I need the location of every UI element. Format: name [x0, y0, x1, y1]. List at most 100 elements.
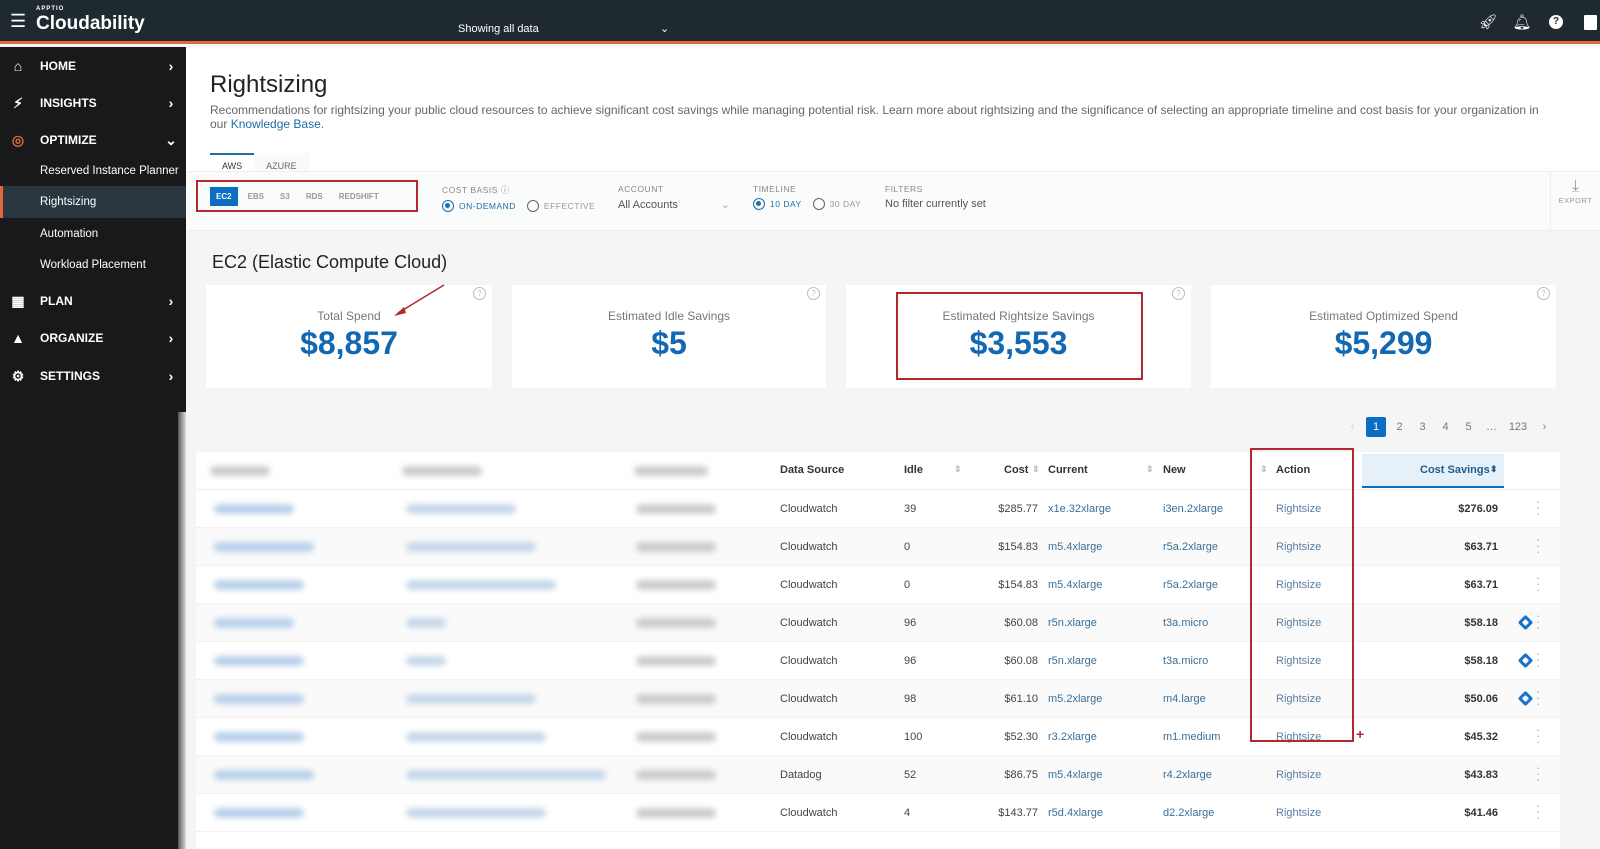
- help-icon[interactable]: ?: [473, 287, 486, 300]
- sidebar-item-settings[interactable]: ⚙︎ SETTINGS ›: [0, 357, 186, 395]
- account-select[interactable]: All Accounts ⌄: [618, 198, 730, 212]
- help-icon[interactable]: ?: [807, 287, 820, 300]
- cell-current-type[interactable]: r5n.xlarge: [1048, 617, 1097, 629]
- col-cost[interactable]: Cost: [1004, 464, 1028, 476]
- user-icon[interactable]: [1580, 12, 1600, 32]
- radio-30-day[interactable]: [812, 198, 825, 210]
- table-row[interactable]: Cloudwatch 0 $154.83 m5.4xlarge r5a.2xlarge R…: [196, 528, 1560, 566]
- cell-new-type[interactable]: r5a.2xlarge: [1163, 541, 1218, 553]
- radio-on-demand[interactable]: [442, 200, 454, 212]
- sidebar-subitem-reserved-instance-planner[interactable]: Reserved Instance Planner: [0, 155, 186, 187]
- cell-data-source: Cloudwatch: [780, 541, 838, 553]
- sort-icon[interactable]: ⇕: [1032, 464, 1040, 475]
- cell-new-type[interactable]: d2.2xlarge: [1163, 807, 1214, 819]
- radio-10-day[interactable]: [753, 198, 765, 210]
- cell-current-type[interactable]: x1e.32xlarge: [1048, 503, 1111, 515]
- help-icon[interactable]: ⓘ: [501, 185, 510, 195]
- more-options-icon[interactable]: · · ·: [1536, 647, 1540, 672]
- cell-current-type[interactable]: r5d.4xlarge: [1048, 807, 1103, 819]
- table-row[interactable]: Cloudwatch 39 $285.77 x1e.32xlarge i3en.2xla…: [196, 490, 1560, 528]
- more-options-icon[interactable]: · · ·: [1536, 685, 1540, 710]
- sidebar-subitem-workload-placement[interactable]: Workload Placement: [0, 249, 186, 281]
- radio-effective[interactable]: [526, 200, 539, 212]
- col-cost-savings[interactable]: Cost Savings ⬍: [1362, 454, 1504, 488]
- more-options-icon[interactable]: · · ·: [1536, 495, 1540, 520]
- pager-prev[interactable]: ‹: [1341, 421, 1364, 433]
- help-icon[interactable]: ?: [1172, 287, 1185, 300]
- cell-new-type[interactable]: m4.large: [1163, 693, 1206, 705]
- jira-diamond-icon[interactable]: [1517, 690, 1534, 707]
- more-options-icon[interactable]: · · ·: [1536, 571, 1540, 596]
- cell-current-type[interactable]: m5.4xlarge: [1048, 769, 1102, 781]
- cell-current-type[interactable]: r3.2xlarge: [1048, 731, 1097, 743]
- cell-current-type[interactable]: m5.4xlarge: [1048, 579, 1102, 591]
- help-icon[interactable]: ?: [1546, 12, 1566, 32]
- table-row[interactable]: Datadog 52 $86.75 m5.4xlarge r4.2xlarge Right…: [196, 756, 1560, 794]
- col-new[interactable]: New: [1163, 464, 1186, 476]
- service-tab-s3[interactable]: S3: [274, 187, 296, 206]
- cell-new-type[interactable]: r4.2xlarge: [1163, 769, 1212, 781]
- pager-page[interactable]: 5: [1457, 421, 1480, 433]
- logo[interactable]: APPTIO Cloudability: [36, 6, 145, 35]
- help-icon[interactable]: ?: [1537, 287, 1550, 300]
- chevron-down-icon[interactable]: ⌄: [660, 22, 669, 35]
- sort-icon[interactable]: ⇕: [954, 464, 962, 475]
- cell-new-type[interactable]: i3en.2xlarge: [1163, 503, 1223, 515]
- bolt-icon: ⚡︎: [13, 94, 23, 111]
- filters-value[interactable]: No filter currently set: [885, 198, 986, 210]
- hamburger-menu-icon[interactable]: ☰: [10, 12, 26, 30]
- cell-cost: $154.83: [998, 579, 1038, 591]
- service-tab-rds[interactable]: RDS: [300, 187, 329, 206]
- logo-brand: Cloudability: [36, 13, 145, 34]
- jira-diamond-icon[interactable]: [1517, 614, 1534, 631]
- table-row[interactable]: Cloudwatch 96 $60.08 r5n.xlarge t3a.micro Rig…: [196, 642, 1560, 680]
- blurred-header: [402, 466, 482, 476]
- service-tab-ec2[interactable]: EC2: [210, 186, 238, 206]
- cell-current-type[interactable]: m5.2xlarge: [1048, 693, 1102, 705]
- export-button[interactable]: ⤓ EXPORT: [1550, 172, 1600, 230]
- cell-new-type[interactable]: t3a.micro: [1163, 617, 1208, 629]
- sidebar-subitem-automation[interactable]: Automation: [0, 218, 186, 250]
- sidebar-subitem-rightsizing[interactable]: Rightsizing: [0, 186, 186, 218]
- cell-new-type[interactable]: r5a.2xlarge: [1163, 579, 1218, 591]
- data-scope-selector[interactable]: Showing all data: [458, 23, 539, 35]
- more-options-icon[interactable]: · · ·: [1536, 609, 1540, 634]
- sidebar-item-plan[interactable]: ▦ PLAN ›: [0, 282, 186, 320]
- table-row[interactable]: Cloudwatch 96 $60.08 r5n.xlarge t3a.micro Rig…: [196, 604, 1560, 642]
- table-row[interactable]: Cloudwatch 4 $143.77 r5d.4xlarge d2.2xlarge R…: [196, 794, 1560, 832]
- cell-action-link[interactable]: Rightsize: [1276, 769, 1321, 781]
- pager-next[interactable]: ›: [1533, 421, 1556, 433]
- bell-icon[interactable]: 🔔︎: [1512, 12, 1532, 32]
- jira-diamond-icon[interactable]: [1517, 652, 1534, 669]
- pager-page[interactable]: 1: [1366, 417, 1386, 437]
- cell-current-type[interactable]: r5n.xlarge: [1048, 655, 1097, 667]
- service-tab-redshift[interactable]: REDSHIFT: [333, 187, 385, 206]
- cell-new-type[interactable]: t3a.micro: [1163, 655, 1208, 667]
- more-options-icon[interactable]: · · ·: [1536, 723, 1540, 748]
- col-current[interactable]: Current: [1048, 464, 1088, 476]
- col-data-source[interactable]: Data Source: [780, 464, 844, 476]
- cell-action-link[interactable]: Rightsize: [1276, 807, 1321, 819]
- more-options-icon[interactable]: · · ·: [1536, 799, 1540, 824]
- service-tab-ebs[interactable]: EBS: [242, 187, 270, 206]
- table-row[interactable]: Cloudwatch 98 $61.10 m5.2xlarge m4.large Righ…: [196, 680, 1560, 718]
- col-idle[interactable]: Idle: [904, 464, 923, 476]
- sidebar-scrollbar[interactable]: [178, 412, 186, 849]
- knowledge-base-link[interactable]: Knowledge Base: [231, 117, 321, 131]
- cell-new-type[interactable]: m1.medium: [1163, 731, 1220, 743]
- sidebar-item-optimize[interactable]: ◎ OPTIMIZE ⌄: [0, 121, 186, 159]
- cell-current-type[interactable]: m5.4xlarge: [1048, 541, 1102, 553]
- sidebar-item-insights[interactable]: ⚡︎ INSIGHTS ›: [0, 84, 186, 122]
- pager-page[interactable]: 123: [1503, 421, 1533, 433]
- pager-page[interactable]: 3: [1411, 421, 1434, 433]
- more-options-icon[interactable]: · · ·: [1536, 761, 1540, 786]
- rocket-icon[interactable]: 🚀︎: [1478, 12, 1498, 32]
- table-row[interactable]: Cloudwatch 0 $154.83 m5.4xlarge r5a.2xlarge R…: [196, 566, 1560, 604]
- pager-page[interactable]: 4: [1434, 421, 1457, 433]
- blurred-cell: [636, 770, 716, 780]
- sort-icon[interactable]: ⇕: [1146, 464, 1154, 475]
- sidebar-item-organize[interactable]: ▲ ORGANIZE ›: [0, 319, 186, 357]
- more-options-icon[interactable]: · · ·: [1536, 533, 1540, 558]
- sidebar-item-home[interactable]: ⌂ HOME ›: [0, 47, 186, 85]
- pager-page[interactable]: 2: [1388, 421, 1411, 433]
